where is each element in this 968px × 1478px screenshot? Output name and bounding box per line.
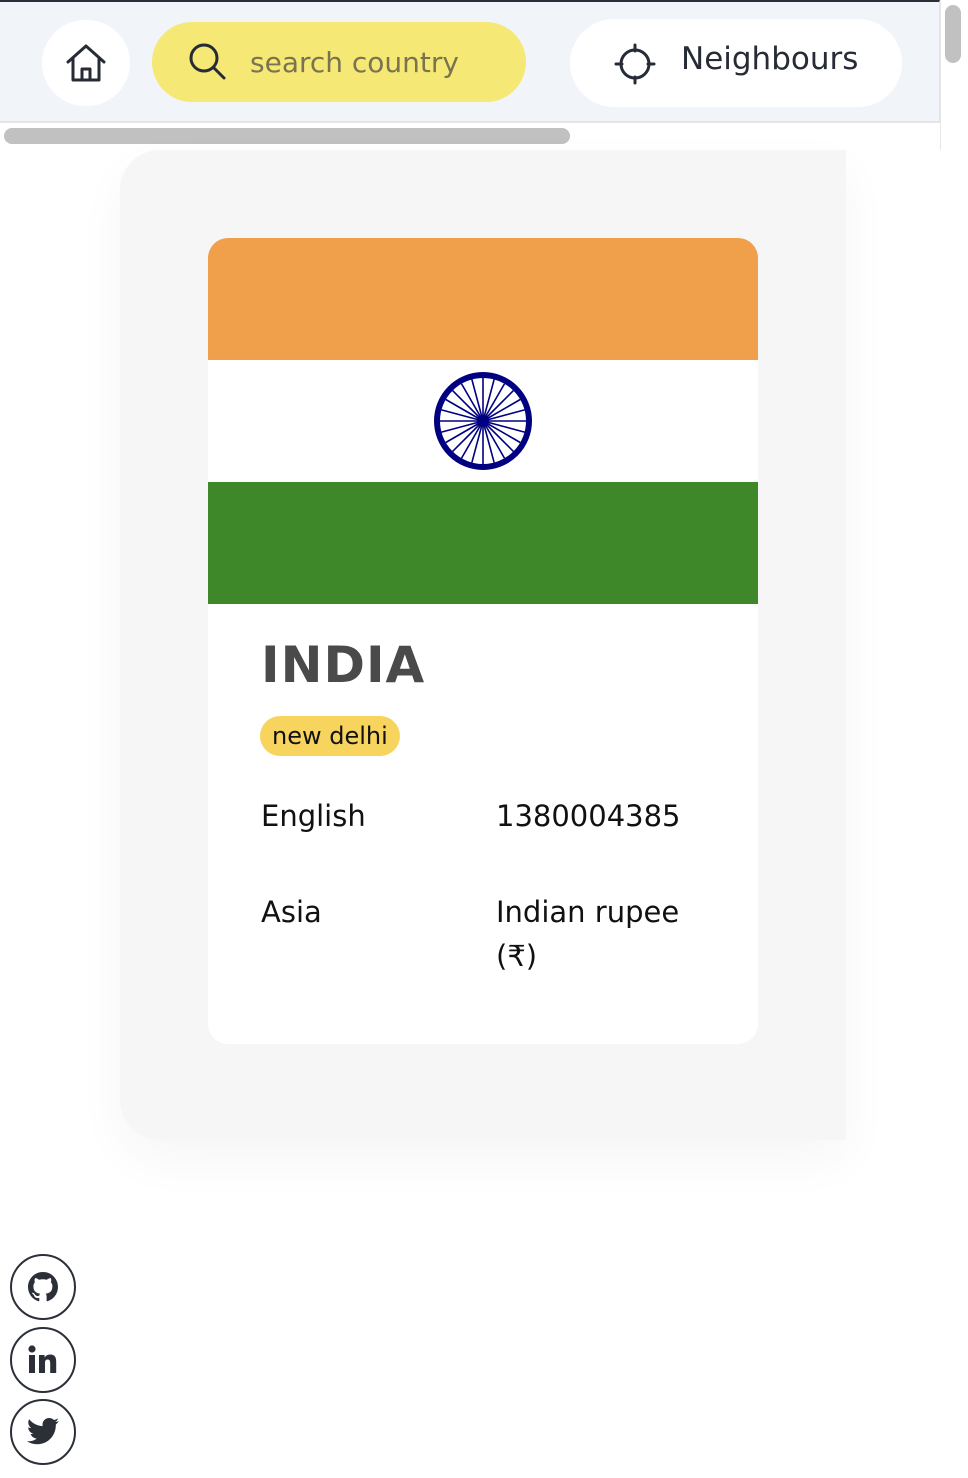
country-name: INDIA — [261, 636, 426, 694]
github-link[interactable] — [10, 1254, 76, 1320]
country-flag — [208, 238, 758, 604]
capital-badge: new delhi — [260, 716, 400, 756]
home-button[interactable] — [42, 20, 130, 106]
twitter-link[interactable] — [10, 1399, 76, 1465]
twitter-icon — [27, 1418, 59, 1445]
horizontal-scrollbar-thumb[interactable] — [4, 128, 570, 144]
vertical-scrollbar-thumb[interactable] — [945, 5, 961, 63]
home-icon — [66, 44, 106, 82]
crosshair-icon — [614, 43, 656, 85]
region-value: Asia — [261, 895, 322, 929]
search-icon — [189, 43, 226, 80]
neighbours-label: Neighbours — [681, 41, 859, 77]
top-navigation-bar: Neighbours — [0, 0, 940, 122]
neighbours-button[interactable]: Neighbours — [570, 19, 902, 107]
linkedin-icon — [28, 1345, 57, 1373]
search-input[interactable] — [250, 40, 500, 84]
population-value: 1380004385 — [496, 799, 681, 833]
search-box — [152, 22, 526, 102]
country-card[interactable]: INDIA new delhi English 1380004385 Asia … — [208, 238, 758, 1044]
ashoka-chakra-icon — [434, 372, 532, 470]
github-icon — [28, 1272, 58, 1302]
language-value: English — [261, 799, 366, 833]
currency-value: Indian rupee (₹) — [496, 895, 680, 973]
linkedin-link[interactable] — [10, 1327, 76, 1393]
